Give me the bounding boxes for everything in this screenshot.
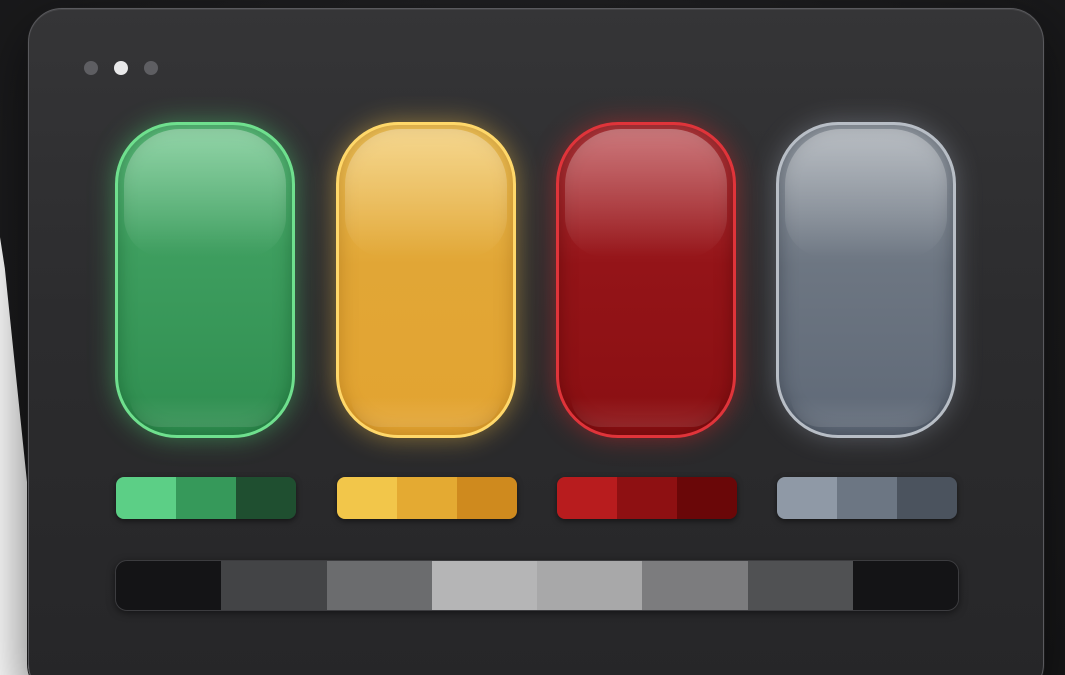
pill-shine — [791, 397, 941, 427]
pill-shine — [130, 397, 280, 427]
green-swatch-dark[interactable] — [236, 477, 296, 519]
pill-gloss — [565, 129, 727, 257]
green-swatch-light[interactable] — [116, 477, 176, 519]
yellow-swatch-dark[interactable] — [457, 477, 517, 519]
red-swatch-mid[interactable] — [617, 477, 677, 519]
yellow-color-pill[interactable] — [336, 122, 516, 438]
pill-gloss — [345, 129, 507, 257]
red-swatch-row — [557, 477, 737, 519]
gray-color-pill[interactable] — [776, 122, 956, 438]
pill-shine — [571, 397, 721, 427]
red-color-pill[interactable] — [556, 122, 736, 438]
gray-swatch-mid[interactable] — [837, 477, 897, 519]
yellow-swatch-mid[interactable] — [397, 477, 457, 519]
gray-swatch-light[interactable] — [777, 477, 837, 519]
green-color-pill[interactable] — [115, 122, 295, 438]
grayscale-step-4[interactable] — [431, 561, 537, 610]
grayscale-step-1[interactable] — [116, 561, 222, 610]
grayscale-step-3[interactable] — [326, 561, 432, 610]
grayscale-step-7[interactable] — [747, 561, 853, 610]
grayscale-step-8[interactable] — [852, 561, 958, 610]
green-swatch-mid[interactable] — [176, 477, 236, 519]
grayscale-step-2[interactable] — [221, 561, 327, 610]
gray-swatch-row — [777, 477, 957, 519]
green-swatch-row — [116, 477, 296, 519]
grayscale-step-5[interactable] — [537, 561, 643, 610]
pill-shine — [351, 397, 501, 427]
grayscale-ramp-bar — [115, 560, 959, 611]
gray-swatch-dark[interactable] — [897, 477, 957, 519]
window-control-dot-2[interactable] — [114, 61, 128, 75]
screen — [0, 0, 1065, 675]
window-control-dot-1[interactable] — [84, 61, 98, 75]
window-controls — [84, 61, 158, 75]
pill-gloss — [124, 129, 286, 257]
grayscale-step-6[interactable] — [642, 561, 748, 610]
window-control-dot-3[interactable] — [144, 61, 158, 75]
yellow-swatch-row — [337, 477, 517, 519]
pill-gloss — [785, 129, 947, 257]
yellow-swatch-light[interactable] — [337, 477, 397, 519]
red-swatch-dark[interactable] — [677, 477, 737, 519]
red-swatch-light[interactable] — [557, 477, 617, 519]
